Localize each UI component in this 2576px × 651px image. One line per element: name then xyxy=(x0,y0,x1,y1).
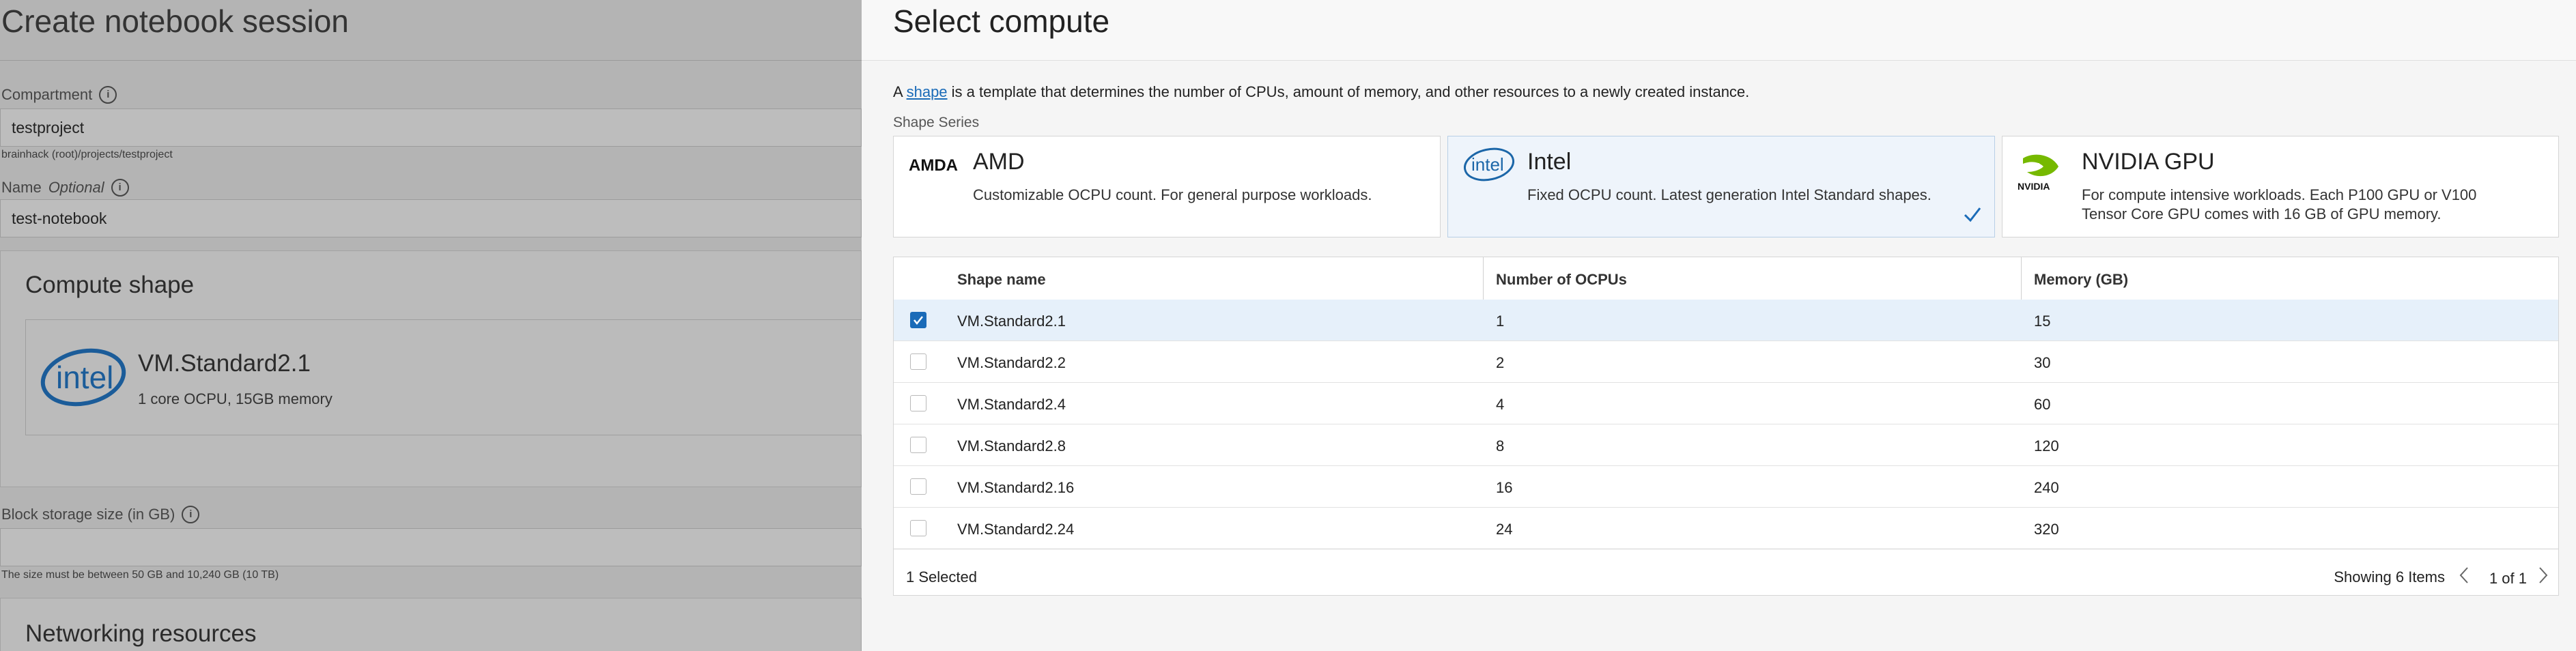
intel-logo-icon: intel xyxy=(1462,146,1516,186)
series-description: Customizable OCPU count. For general pur… xyxy=(973,186,1372,203)
nvidia-logo-icon: NVIDIA xyxy=(2018,151,2065,197)
compartment-path: brainhack (root)/projects/testproject xyxy=(1,149,173,160)
shapes-table: Shape name Number of OCPUs Memory (GB) V… xyxy=(893,257,2559,596)
table-row[interactable]: VM.Standard2.16 16 240 xyxy=(894,466,2558,508)
checkmark-icon xyxy=(914,316,923,326)
chevron-right-icon[interactable] xyxy=(2536,565,2550,589)
optional-label: Optional xyxy=(48,179,104,196)
column-header-memory[interactable]: Memory (GB) xyxy=(2034,271,2128,289)
table-row[interactable]: VM.Standard2.2 2 30 xyxy=(894,341,2558,383)
shape-description: 1 core OCPU, 15GB memory xyxy=(138,390,332,407)
cell-memory: 15 xyxy=(2034,313,2051,330)
cell-shape-name: VM.Standard2.16 xyxy=(957,479,1075,496)
selected-shape-card: intel VM.Standard2.1 1 core OCPU, 15GB m… xyxy=(25,319,862,435)
shape-link[interactable]: shape xyxy=(907,83,948,100)
cell-shape-name: VM.Standard2.8 xyxy=(957,437,1066,454)
selected-count: 1 Selected xyxy=(906,568,977,585)
column-header-ocpus[interactable]: Number of OCPUs xyxy=(1496,271,1627,289)
row-checkbox[interactable] xyxy=(910,353,926,370)
name-label-row: Name Optional i xyxy=(1,179,129,197)
block-storage-help: The size must be between 50 GB and 10,24… xyxy=(1,569,279,581)
series-description: For compute intensive workloads. Each P1… xyxy=(2082,186,2477,222)
series-card-intel[interactable]: intel Intel Fixed OCPU count. Latest gen… xyxy=(1447,136,1995,237)
table-header: Shape name Number of OCPUs Memory (GB) xyxy=(894,257,2558,300)
table-row[interactable]: VM.Standard2.8 8 120 xyxy=(894,424,2558,466)
row-checkbox[interactable] xyxy=(910,437,926,453)
name-label: Name xyxy=(1,179,42,196)
compute-shape-section: Compute shape intel VM.Standard2.1 1 cor… xyxy=(0,250,862,487)
networking-title: Networking resources xyxy=(25,620,257,647)
shape-name: VM.Standard2.1 xyxy=(138,350,311,377)
series-name: AMD xyxy=(973,149,1025,175)
cell-ocpus: 4 xyxy=(1496,396,1505,413)
shape-series-label: Shape Series xyxy=(893,115,980,130)
cell-shape-name: VM.Standard2.1 xyxy=(957,313,1066,330)
amd-logo-icon: AMDA xyxy=(909,154,963,178)
cell-ocpus: 16 xyxy=(1496,479,1513,496)
compute-shape-title: Compute shape xyxy=(25,272,195,298)
compartment-label: Compartment xyxy=(1,86,93,103)
compartment-label-row: Compartment i xyxy=(1,86,117,104)
block-storage-label: Block storage size (in GB) xyxy=(1,506,175,523)
svg-text:intel: intel xyxy=(1471,154,1504,175)
name-field[interactable]: test-notebook xyxy=(0,199,862,237)
row-checkbox[interactable] xyxy=(910,478,926,495)
panel-title: Select compute xyxy=(893,3,1110,39)
row-checkbox[interactable] xyxy=(910,312,926,328)
row-checkbox[interactable] xyxy=(910,520,926,536)
cell-memory: 60 xyxy=(2034,396,2051,413)
table-row[interactable]: VM.Standard2.24 24 320 xyxy=(894,508,2558,549)
checkmark-icon xyxy=(1963,206,1982,226)
table-footer: 1 Selected Showing 6 Items 1 of 1 xyxy=(894,554,2558,595)
table-row[interactable]: VM.Standard2.4 4 60 xyxy=(894,383,2558,424)
column-divider xyxy=(1483,257,1484,300)
info-icon[interactable]: i xyxy=(99,86,117,104)
intro-prefix: A xyxy=(893,83,903,100)
cell-ocpus: 2 xyxy=(1496,354,1505,371)
cell-shape-name: VM.Standard2.24 xyxy=(957,521,1075,538)
chevron-left-icon[interactable] xyxy=(2457,565,2471,589)
info-icon[interactable]: i xyxy=(111,179,129,197)
header-divider xyxy=(0,60,862,61)
cell-ocpus: 24 xyxy=(1496,521,1513,538)
cell-memory: 120 xyxy=(2034,437,2059,454)
page-title: Create notebook session xyxy=(1,3,349,39)
intel-logo-icon: intel xyxy=(40,347,128,411)
compartment-select[interactable]: testproject xyxy=(0,108,862,147)
svg-text:NVIDIA: NVIDIA xyxy=(2018,181,2050,192)
table-row[interactable]: VM.Standard2.1 1 15 xyxy=(894,300,2558,341)
panel-header: Select compute xyxy=(862,0,2576,61)
cell-shape-name: VM.Standard2.4 xyxy=(957,396,1066,413)
cell-memory: 30 xyxy=(2034,354,2051,371)
cell-ocpus: 8 xyxy=(1496,437,1505,454)
block-storage-input[interactable] xyxy=(0,528,862,566)
select-compute-panel: Select compute A shape is a template tha… xyxy=(862,0,2576,651)
page-indicator: 1 of 1 xyxy=(2489,570,2527,587)
intro-suffix: is a template that determines the number… xyxy=(951,83,1750,100)
cell-memory: 320 xyxy=(2034,521,2059,538)
items-count: Showing 6 Items xyxy=(2334,568,2445,585)
intro-text: A shape is a template that determines th… xyxy=(893,83,1749,101)
cell-shape-name: VM.Standard2.2 xyxy=(957,354,1066,371)
svg-text:intel: intel xyxy=(56,360,113,395)
networking-section: Networking resources xyxy=(0,598,862,651)
create-notebook-form: Create notebook session Compartment i te… xyxy=(0,0,862,651)
series-card-nvidia[interactable]: NVIDIA NVIDIA GPU For compute intensive … xyxy=(2002,136,2559,237)
block-storage-label-row: Block storage size (in GB) i xyxy=(1,506,200,523)
row-checkbox[interactable] xyxy=(910,395,926,411)
series-description: Fixed OCPU count. Latest generation Inte… xyxy=(1527,186,1931,203)
column-divider xyxy=(2021,257,2022,300)
info-icon[interactable]: i xyxy=(182,506,200,523)
series-name: Intel xyxy=(1527,149,1572,175)
series-card-amd[interactable]: AMDA AMD Customizable OCPU count. For ge… xyxy=(893,136,1441,237)
column-header-shape-name[interactable]: Shape name xyxy=(957,271,1046,289)
cell-memory: 240 xyxy=(2034,479,2059,496)
series-name: NVIDIA GPU xyxy=(2082,149,2215,175)
cell-ocpus: 1 xyxy=(1496,313,1505,330)
svg-text:AMDA: AMDA xyxy=(909,156,958,175)
